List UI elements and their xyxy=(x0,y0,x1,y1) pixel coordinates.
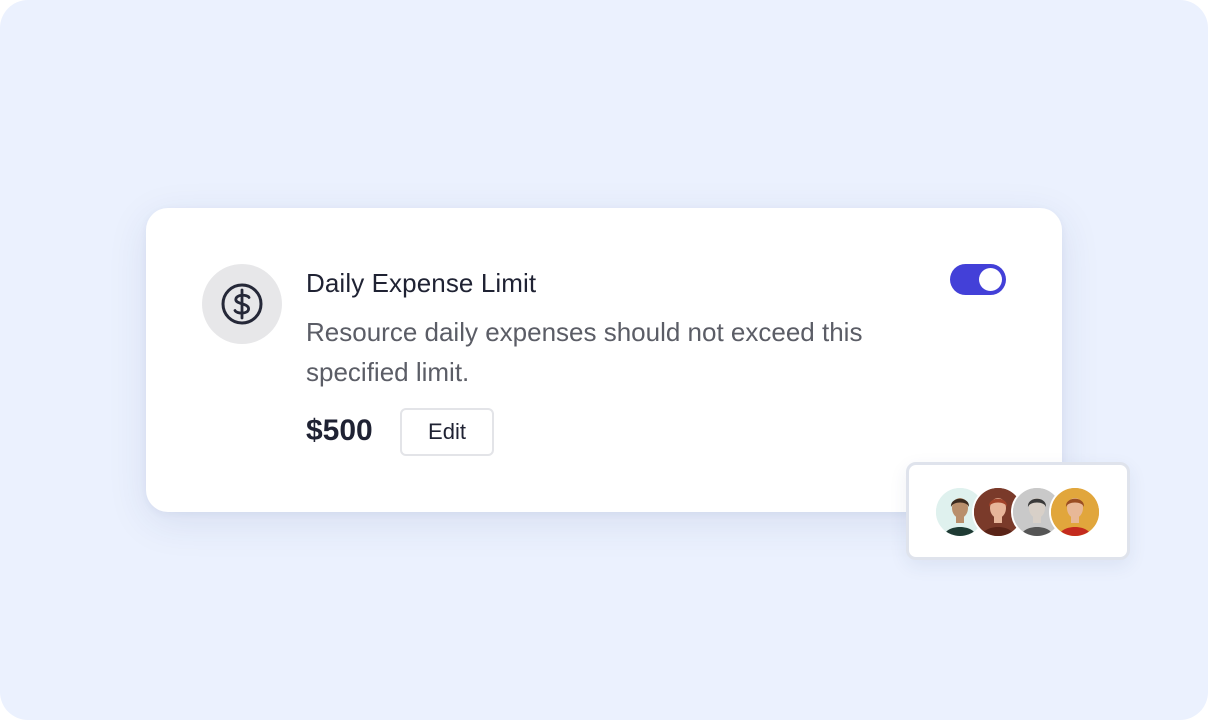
page-background: Daily Expense Limit Resource daily expen… xyxy=(0,0,1208,720)
toggle-knob xyxy=(979,268,1002,291)
dollar-circle-icon xyxy=(220,282,264,326)
card-description: Resource daily expenses should not excee… xyxy=(306,317,863,387)
limit-toggle[interactable] xyxy=(950,264,1006,295)
dollar-icon-badge xyxy=(202,264,282,344)
avatar xyxy=(1049,486,1101,538)
limit-amount: $500 xyxy=(306,414,373,447)
edit-button[interactable]: Edit xyxy=(400,408,494,456)
avatar-group-card xyxy=(906,462,1130,560)
card-title: Daily Expense Limit xyxy=(306,268,537,298)
